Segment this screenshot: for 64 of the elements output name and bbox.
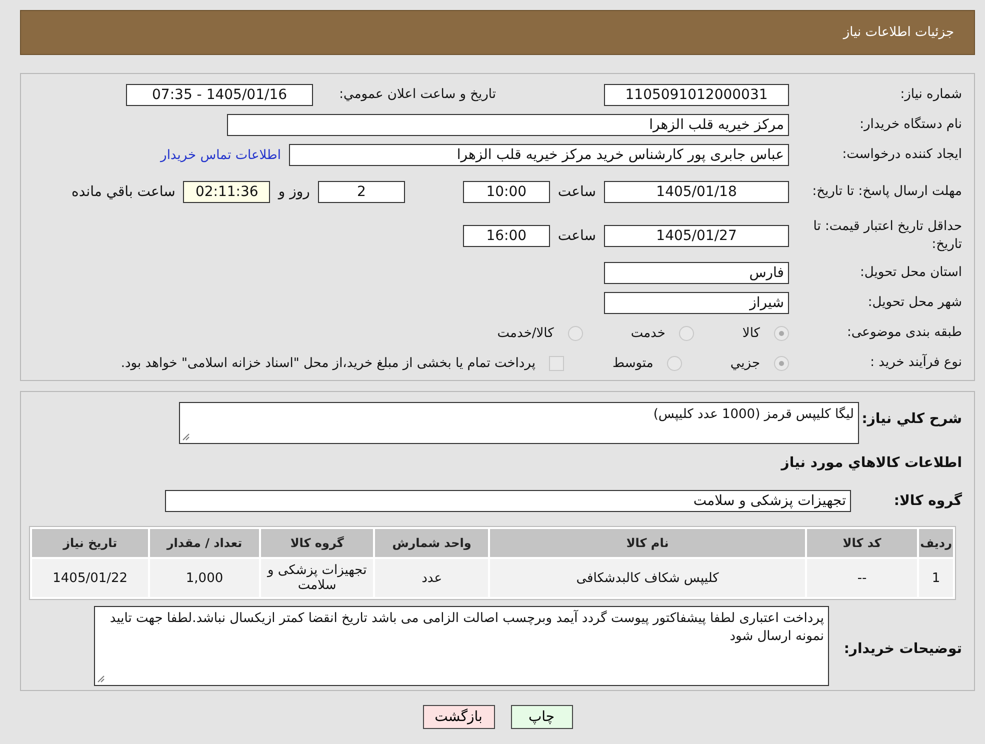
table-cell: تجهیزات پزشکی و سلامت <box>260 559 374 597</box>
field-label: ایجاد کننده درخواست: <box>841 146 962 164</box>
column-header: رديف <box>919 529 953 557</box>
radio-label: خدمت <box>630 326 666 340</box>
days-label: روز و <box>278 184 310 200</box>
table-cell: -- <box>806 559 918 597</box>
checkbox[interactable] <box>549 356 564 370</box>
radio-button[interactable] <box>667 356 682 370</box>
resize-grip-icon <box>182 433 190 441</box>
remaining-label: ساعت باقي مانده <box>72 184 176 200</box>
announce-date-field: 1405/01/16 - 07:35 <box>126 84 313 106</box>
radio-label: جزيي <box>730 356 760 370</box>
table-cell: 1405/01/22 <box>32 559 148 597</box>
goods-group-field: تجهیزات پزشکی و سلامت <box>165 490 851 512</box>
requester-field: عباس جابری پور کارشناس خرید مرکز خیریه قلب الزهرا <box>289 144 789 166</box>
radio-button[interactable] <box>774 356 789 370</box>
table-cell: 1 <box>919 559 953 597</box>
description-field[interactable]: لیگا کلیپس قرمز (1000 عدد کلیپس) <box>179 402 859 444</box>
field-label: تاريخ و ساعت اعلان عمومي: <box>338 86 496 104</box>
radio-label: کالا/خدمت <box>497 326 554 340</box>
field-label: استان محل تحویل: <box>859 264 962 282</box>
radio-button[interactable] <box>774 326 789 340</box>
field-label: شهر محل تحویل: <box>866 294 962 312</box>
field-label: گروه کالا: <box>892 492 962 510</box>
time-field: 10:00 <box>462 181 550 203</box>
radio-label: متوسط <box>612 356 654 370</box>
date-field: 1405/01/27 <box>604 225 789 247</box>
column-header: تاريخ نياز <box>32 529 148 557</box>
radio-label: کالا <box>742 326 760 340</box>
date-field: 1405/01/18 <box>604 181 789 203</box>
column-header: گروه کالا <box>260 529 374 557</box>
column-header: تعداد / مقدار <box>150 529 259 557</box>
column-header: واحد شمارش <box>375 529 488 557</box>
resize-grip-icon <box>97 675 105 683</box>
section-heading: اطلاعات کالاهاي مورد نياز <box>780 454 962 472</box>
province-field: فارس <box>604 262 789 284</box>
time-field: 16:00 <box>462 225 550 247</box>
radio-button[interactable] <box>679 326 694 340</box>
city-field: شیراز <box>604 292 789 314</box>
table-cell: عدد <box>375 559 488 597</box>
need-number-field: 1105091012000031 <box>604 84 789 106</box>
field-label: نوع فرآیند خرید : <box>869 354 962 372</box>
time-label: ساعت <box>558 228 596 244</box>
remaining-time-field: 02:11:36 <box>183 181 270 203</box>
days-field: 2 <box>318 181 405 203</box>
buyer-notes-field[interactable]: پرداخت اعتباری لطفا پیشفاکتور پیوست گردد آیمد وبرچسب اصالت الزامی می باشد تاریخ انقضا کمتر ازیکسال نباشد.لطفا جهت تایید نمونه ارسال شود <box>94 606 829 686</box>
table-cell: کلیپس شکاف کالبدشکافی <box>490 559 805 597</box>
column-header: کد کالا <box>806 529 918 557</box>
page-title: جزئيات اطلاعات نياز <box>843 25 954 40</box>
time-label: ساعت <box>558 184 596 200</box>
print-button[interactable]: چاپ <box>510 705 572 729</box>
table-cell: 1,000 <box>150 559 259 597</box>
field-label: حداقل تاریخ اعتبار قیمت: تا تاریخ: <box>812 218 962 254</box>
column-header: نام کالا <box>490 529 805 557</box>
field-label: نام دستگاه خریدار: <box>858 116 962 134</box>
field-label: مهلت ارسال پاسخ: تا تاریخ: <box>811 183 962 201</box>
radio-button[interactable] <box>568 326 583 340</box>
back-button[interactable]: بازگشت <box>422 705 494 729</box>
field-label: شماره نیاز: <box>899 86 962 104</box>
field-label: توضیحات خریدار: <box>842 640 962 658</box>
buyer-field: مرکز خیریه قلب الزهرا <box>227 114 789 136</box>
contact-link[interactable]: اطلاعات تماس خريدار <box>160 148 281 162</box>
checkbox-label: پرداخت تمام یا بخشی از مبلغ خرید،از محل "اسناد خزانه اسلامی" خواهد بود. <box>120 356 536 370</box>
field-label: طبقه بندی موضوعی: <box>846 324 962 342</box>
